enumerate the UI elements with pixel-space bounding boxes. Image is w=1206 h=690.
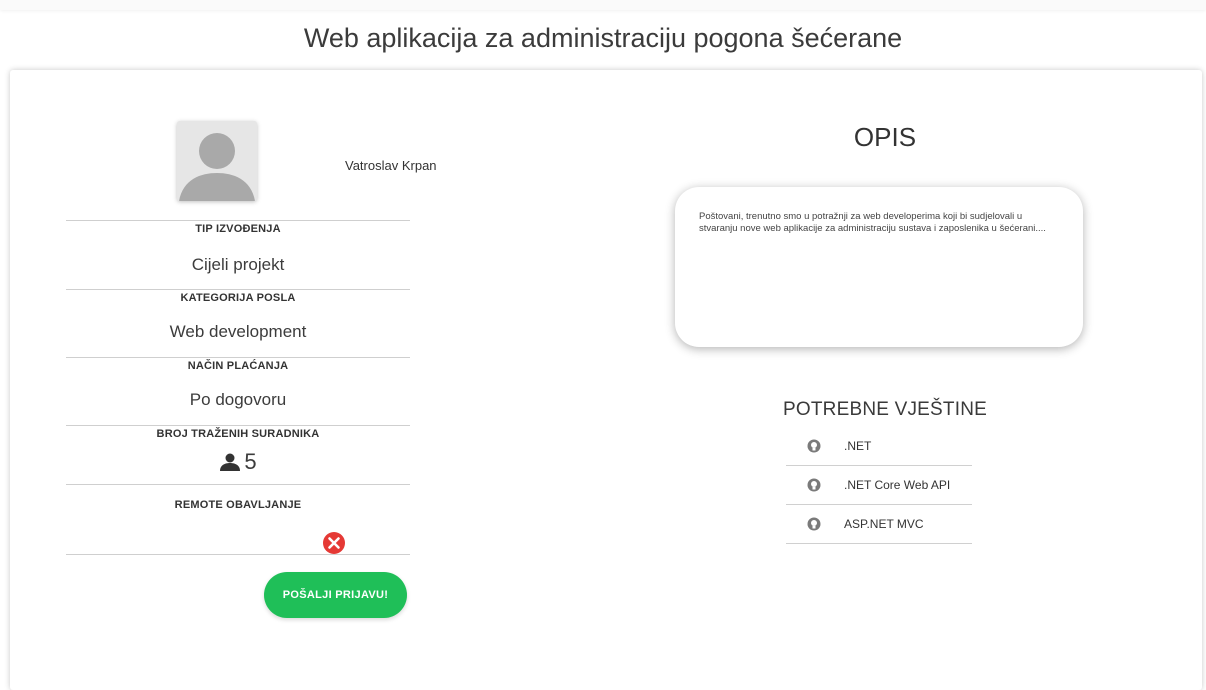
skill-label: ASP.NET MVC [844, 517, 924, 531]
list-item: ASP.NET MVC [786, 505, 972, 544]
skill-label: .NET Core Web API [844, 478, 951, 492]
divider [66, 220, 410, 221]
avatar [177, 121, 257, 201]
divider [66, 357, 410, 358]
divider [66, 484, 410, 485]
skills-heading: POTREBNE VJEŠTINE [783, 399, 987, 420]
list-item: .NET Core Web API [786, 466, 972, 505]
author-name[interactable]: Vatroslav Krpan [345, 158, 437, 173]
skill-label: .NET [844, 439, 872, 453]
job-details-card: Vatroslav Krpan TIP IZVOĐENJA Cijeli pro… [10, 70, 1202, 690]
lightbulb-icon [806, 477, 822, 493]
value-execution-type: Cijeli projekt [191, 255, 285, 274]
lightbulb-icon [806, 516, 822, 532]
description-heading: OPIS [853, 122, 917, 152]
divider [66, 425, 410, 426]
lightbulb-icon [806, 438, 822, 454]
remote-no-icon [323, 532, 345, 554]
divider [66, 289, 410, 290]
collaborators-count-value: 5 [244, 449, 257, 474]
label-collaborators-count: BROJ TRAŽENIH SURADNIKA [156, 428, 320, 440]
description-box: Poštovani, trenutno smo u potražnji za w… [675, 187, 1083, 347]
skills-list: .NET .NET Core Web API ASP.NET MVC [786, 427, 972, 544]
value-job-category: Web development [169, 322, 307, 341]
top-bar [0, 0, 1206, 10]
apply-button[interactable]: POŠALJI PRIJAVU! [264, 572, 407, 618]
description-text: Poštovani, trenutno smo u potražnji za w… [699, 211, 1046, 234]
label-job-category: KATEGORIJA POSLA [180, 292, 296, 304]
divider [66, 554, 410, 555]
label-payment-method: NAČIN PLAĆANJA [187, 360, 289, 372]
value-payment-method: Po dogovoru [189, 390, 287, 409]
collaborators-count: 5 [66, 448, 410, 476]
page-title: Web aplikacija za administraciju pogona … [303, 23, 903, 53]
user-silhouette-icon [177, 121, 257, 201]
list-item: .NET [786, 427, 972, 466]
label-execution-type: TIP IZVOĐENJA [195, 223, 281, 235]
person-icon [220, 453, 241, 471]
label-remote-work: REMOTE OBAVLJANJE [174, 499, 302, 511]
